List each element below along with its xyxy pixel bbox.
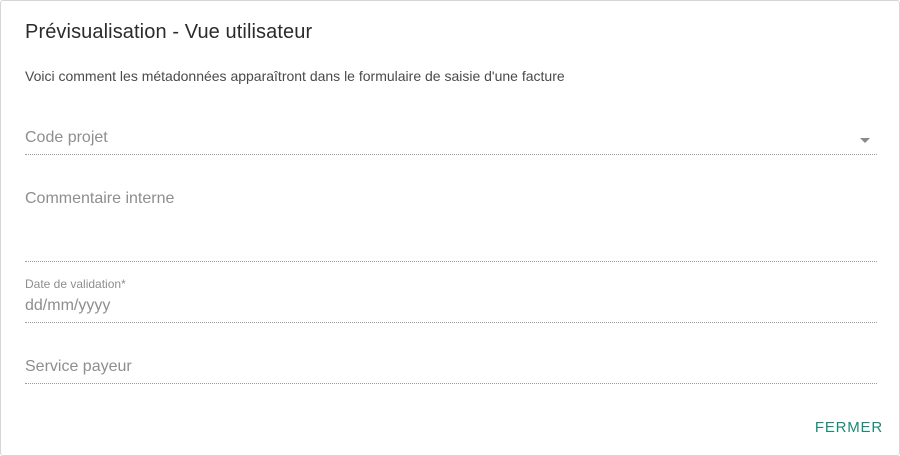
date-validation-placeholder: dd/mm/yyyy bbox=[25, 297, 111, 314]
service-payeur-field[interactable]: Service payeur bbox=[25, 353, 877, 384]
dialog-title: Prévisualisation - Vue utilisateur bbox=[25, 21, 313, 43]
commentaire-interne-field[interactable]: Commentaire interne bbox=[25, 185, 877, 262]
required-marker: * bbox=[121, 277, 126, 291]
preview-dialog: Prévisualisation - Vue utilisateur Voici… bbox=[0, 0, 900, 456]
code-projet-label: Code projet bbox=[25, 129, 108, 146]
code-projet-select[interactable]: Code projet bbox=[25, 123, 877, 155]
caret-down-icon[interactable] bbox=[860, 138, 870, 143]
dialog-subtitle: Voici comment les métadonnées apparaîtro… bbox=[25, 68, 565, 84]
close-button[interactable]: FERMER bbox=[815, 419, 883, 436]
service-payeur-label: Service payeur bbox=[25, 358, 132, 375]
date-validation-label: Date de validation* bbox=[25, 277, 126, 291]
date-validation-field[interactable]: Date de validation* dd/mm/yyyy bbox=[25, 277, 877, 323]
commentaire-interne-label: Commentaire interne bbox=[25, 190, 175, 207]
